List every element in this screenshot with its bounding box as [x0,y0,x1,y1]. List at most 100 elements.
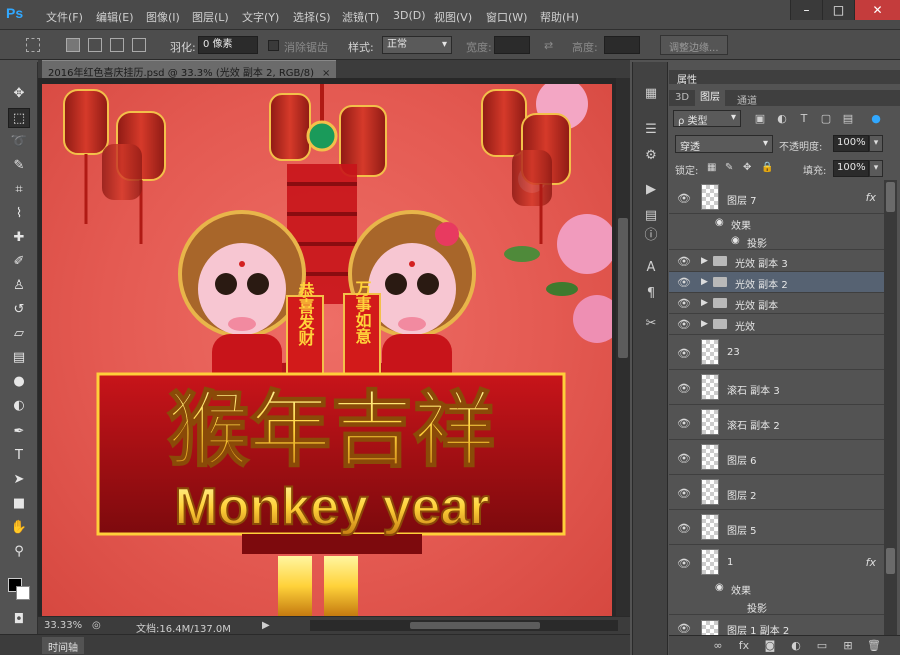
eye-icon[interactable]: 👁 [677,487,691,500]
properties-panel-icon[interactable]: ☰ [641,120,661,140]
new-selection-icon[interactable] [66,38,80,52]
quick-mask-icon[interactable]: ◘ [8,610,30,630]
rect-marquee-tool-icon[interactable]: ⬚ [8,108,30,128]
vertical-scroll-thumb[interactable] [618,218,628,358]
layer-row[interactable]: 👁 图层 5 [669,510,884,545]
layer-row[interactable]: 👁 图层 1 副本 2 [669,616,884,635]
layer-name[interactable]: 图层 1 副本 2 [727,622,789,635]
background-color-swatch[interactable] [16,586,30,600]
move-tool-icon[interactable]: ✥ [8,84,30,104]
intersect-selection-icon[interactable] [132,38,146,52]
menu-edit[interactable]: 编辑(E) [96,9,134,25]
clone-stamp-tool-icon[interactable]: ♙ [8,276,30,296]
menu-type[interactable]: 文字(Y) [242,9,279,25]
expand-arrow-icon[interactable]: ▶ [701,256,708,266]
lock-all-icon[interactable]: 🔒 [761,162,773,173]
add-style-icon[interactable]: fx [737,639,751,653]
menu-window[interactable]: 窗口(W) [486,9,527,25]
artwork[interactable]: 恭喜发财 万事如意 猴年吉祥 Monkey year [42,84,612,616]
subtract-selection-icon[interactable] [110,38,124,52]
layers-scrollbar[interactable] [884,180,897,635]
menu-file[interactable]: 文件(F) [46,9,83,25]
lasso-tool-icon[interactable]: ➰ [8,132,30,152]
canvas-area[interactable]: 恭喜发财 万事如意 猴年吉祥 Monkey year [38,78,616,616]
layer-row[interactable]: 👁 图层 2 [669,475,884,510]
menu-image[interactable]: 图像(I) [146,9,180,25]
rectangle-tool-icon[interactable]: ■ [8,494,30,514]
path-select-tool-icon[interactable]: ➤ [8,470,30,490]
group-row-selected[interactable]: 👁 ▶ 光效 副本 2 [669,272,884,293]
delete-layer-icon[interactable]: 🗑 [867,639,881,653]
style-select[interactable]: 正常 ▾ [382,36,452,54]
info-panel-icon[interactable]: ⓘ [641,226,661,246]
eye-icon[interactable]: 👁 [677,382,691,395]
lock-pixels-icon[interactable]: ✎ [725,162,733,173]
eye-icon[interactable]: 👁 [677,192,691,205]
new-layer-icon[interactable]: ⊞ [841,639,855,653]
effects-eye-icon[interactable]: ◉ [715,582,724,593]
opacity-input[interactable]: 100% [833,135,869,152]
filter-type-icon[interactable]: T [797,112,811,126]
new-adjustment-icon[interactable]: ◐ [789,639,803,653]
zoom-level[interactable]: 33.33% [44,620,82,631]
layer-name[interactable]: 图层 2 [727,487,757,502]
group-row[interactable]: 👁 ▶ 光效 副本 3 [669,251,884,272]
add-mask-icon[interactable]: ◙ [763,639,777,653]
menu-filter[interactable]: 滤镜(T) [342,9,379,25]
layers-scroll-thumb-secondary[interactable] [886,548,895,574]
document-tab[interactable]: 2016年红色喜庆挂历.psd @ 33.3% (光效 副本 2, RGB/8)… [42,60,337,79]
layer-row[interactable]: 👁 滚石 副本 3 [669,370,884,405]
opacity-slider-button[interactable]: ▾ [869,135,883,152]
group-name[interactable]: 光效 副本 3 [735,255,788,270]
layer-name[interactable]: 滚石 副本 2 [727,417,780,432]
expand-arrow-icon[interactable]: ▶ [701,298,708,308]
lock-position-icon[interactable]: ✥ [743,162,751,173]
menu-3d[interactable]: 3D(D) [393,9,426,22]
paragraph-panel-icon[interactable]: ¶ [641,284,661,304]
layer-name[interactable]: 23 [727,347,740,358]
height-input[interactable] [604,36,640,54]
swap-icon[interactable]: ⇄ [544,39,553,52]
effect-eye-icon[interactable]: ◉ [731,235,740,246]
menu-help[interactable]: 帮助(H) [540,9,579,25]
group-name[interactable]: 光效 [735,318,755,333]
eye-icon[interactable]: 👁 [677,347,691,360]
effects-eye-icon[interactable]: ◉ [715,217,724,228]
brush-tool-icon[interactable]: ✐ [8,252,30,272]
tab-3d[interactable]: 3D [675,92,689,103]
layer-name[interactable]: 1 [727,557,733,568]
layer-name[interactable]: 滚石 副本 3 [727,382,780,397]
zoom-tool-icon[interactable]: ⚲ [8,542,30,562]
timeline-tab[interactable]: 时间轴 [42,637,84,654]
group-row[interactable]: 👁 ▶ 光效 [669,314,884,335]
group-name[interactable]: 光效 副本 2 [735,276,788,291]
width-input[interactable] [494,36,530,54]
quick-select-tool-icon[interactable]: ✎ [8,156,30,176]
group-row[interactable]: 👁 ▶ 光效 副本 [669,293,884,314]
filter-toggle-icon[interactable]: ● [869,112,883,126]
status-info-icon[interactable]: ◎ [92,620,101,631]
eye-icon[interactable]: 👁 [677,522,691,535]
layer-comps-icon[interactable]: ▤ [641,206,661,226]
canvas-horizontal-scrollbar[interactable] [310,620,618,631]
blur-tool-icon[interactable]: ● [8,372,30,392]
expand-arrow-icon[interactable]: ▶ [701,277,708,287]
type-tool-icon[interactable]: T [8,446,30,466]
close-window-button[interactable]: ✕ [854,0,900,20]
layer-row[interactable]: 👁 图层 7 fx [669,180,884,214]
layer-name[interactable]: 图层 6 [727,452,757,467]
character-panel-icon[interactable]: A [641,258,661,278]
menu-view[interactable]: 视图(V) [434,9,472,25]
tab-layers[interactable]: 图层 [695,90,725,106]
layer-name[interactable]: 图层 5 [727,522,757,537]
eyedropper-tool-icon[interactable]: ⌇ [8,204,30,224]
tab-channels[interactable]: 通道 [737,92,757,107]
eye-icon[interactable]: 👁 [677,557,691,570]
horizontal-scroll-thumb[interactable] [410,622,540,629]
healing-tool-icon[interactable]: ✚ [8,228,30,248]
filter-shape-icon[interactable]: ▢ [819,112,833,126]
group-name[interactable]: 光效 副本 [735,297,778,312]
fill-slider-button[interactable]: ▾ [869,160,883,177]
canvas-vertical-scrollbar[interactable] [616,78,630,616]
lock-transparent-icon[interactable]: ▦ [707,162,716,173]
